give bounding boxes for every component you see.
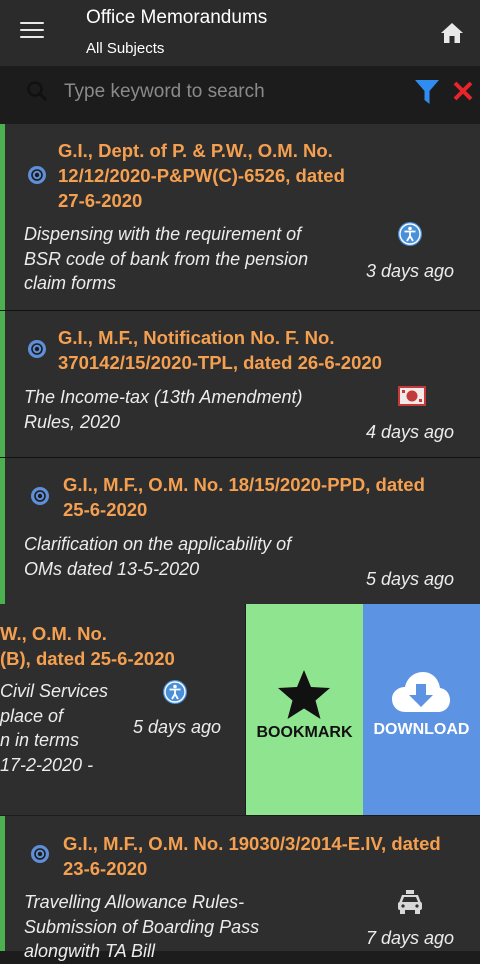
app-bar: Office Memorandums All Subjects xyxy=(0,0,480,66)
bookmark-button[interactable]: BOOKMARK xyxy=(246,604,363,815)
list-item[interactable]: W., O.M. No. (B), dated 25-6-2020 Civil S… xyxy=(0,604,245,815)
item-time: 7 days ago xyxy=(366,928,455,948)
item-heading: G.I., M.F., O.M. No. 19030/3/2014-E.IV, … xyxy=(63,833,441,879)
list-item[interactable]: G.I., Dept. of P. & P.W., O.M. No. 12/12/… xyxy=(0,124,480,311)
list-item[interactable]: G.I., M.F., O.M. No. 19030/3/2014-E.IV, … xyxy=(0,816,480,961)
cloud-download-icon xyxy=(392,672,450,712)
item-heading: W., O.M. No. (B), dated 25-6-2020 xyxy=(0,623,175,669)
search-bar xyxy=(0,66,480,118)
bullet-icon xyxy=(31,487,49,505)
item-description: Travelling Allowance Rules- Submission of… xyxy=(24,892,260,961)
download-button[interactable]: DOWNLOAD xyxy=(363,604,480,815)
item-heading: G.I., M.F., O.M. No. 18/15/2020-PPD, dat… xyxy=(63,474,425,520)
page-title: Office Memorandums xyxy=(86,7,268,28)
list-item[interactable]: G.I., M.F., Notification No. F. No. 37014… xyxy=(0,311,480,458)
item-time: 5 days ago xyxy=(133,717,222,737)
item-heading: G.I., Dept. of P. & P.W., O.M. No. 12/12/… xyxy=(58,140,345,211)
close-icon[interactable] xyxy=(452,80,474,102)
card-stripe xyxy=(0,458,5,604)
card-stripe xyxy=(0,124,5,310)
filter-icon[interactable] xyxy=(414,78,440,106)
card-stripe xyxy=(0,311,5,457)
hamburger-menu-icon[interactable] xyxy=(20,22,44,40)
accessibility-icon xyxy=(398,222,422,246)
item-heading: G.I., M.F., Notification No. F. No. 37014… xyxy=(58,327,382,373)
search-icon xyxy=(27,81,48,102)
star-icon xyxy=(278,670,330,719)
bullet-icon xyxy=(28,166,46,184)
download-label: DOWNLOAD xyxy=(373,721,470,738)
search-input[interactable] xyxy=(64,76,394,108)
item-description: Civil Services place of n in terms 17-2-202… xyxy=(0,681,109,775)
list-item[interactable]: G.I., M.F., O.M. No. 18/15/2020-PPD, dat… xyxy=(0,458,480,605)
home-icon[interactable] xyxy=(440,22,464,44)
item-time: 3 days ago xyxy=(366,261,455,281)
bullet-icon xyxy=(31,845,49,863)
item-description: Clarification on the applicability of OMs… xyxy=(24,534,292,579)
bookmark-label: BOOKMARK xyxy=(256,724,353,741)
page-subtitle: All Subjects xyxy=(86,40,165,57)
card-stripe xyxy=(0,816,5,951)
item-description: Dispensing with the requirement of BSR co… xyxy=(24,224,309,293)
item-time: 5 days ago xyxy=(366,569,455,589)
accessibility-icon xyxy=(163,680,187,704)
money-icon xyxy=(398,386,426,406)
item-description: The Income-tax (13th Amendment) Rules, 20… xyxy=(24,387,303,432)
taxi-icon xyxy=(398,890,422,914)
bullet-icon xyxy=(28,340,46,358)
item-time: 4 days ago xyxy=(366,422,455,442)
